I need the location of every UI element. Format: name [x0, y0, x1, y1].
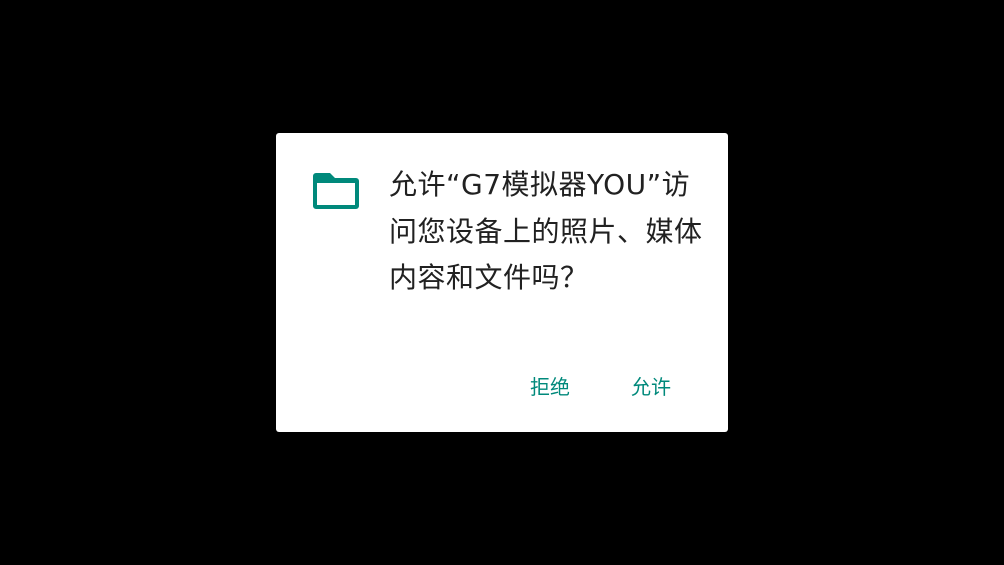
permission-message: 允许“G7模拟器YOU”访问您设备上的照片、媒体内容和文件吗？ — [389, 168, 703, 294]
allow-button[interactable]: 允许 — [631, 369, 671, 405]
folder-icon — [312, 171, 360, 211]
deny-button[interactable]: 拒绝 — [530, 369, 570, 405]
permission-dialog: 允许“G7模拟器YOU”访问您设备上的照片、媒体内容和文件吗？ 拒绝 允许 — [276, 133, 728, 432]
dialog-actions: 拒绝 允许 — [276, 369, 728, 405]
